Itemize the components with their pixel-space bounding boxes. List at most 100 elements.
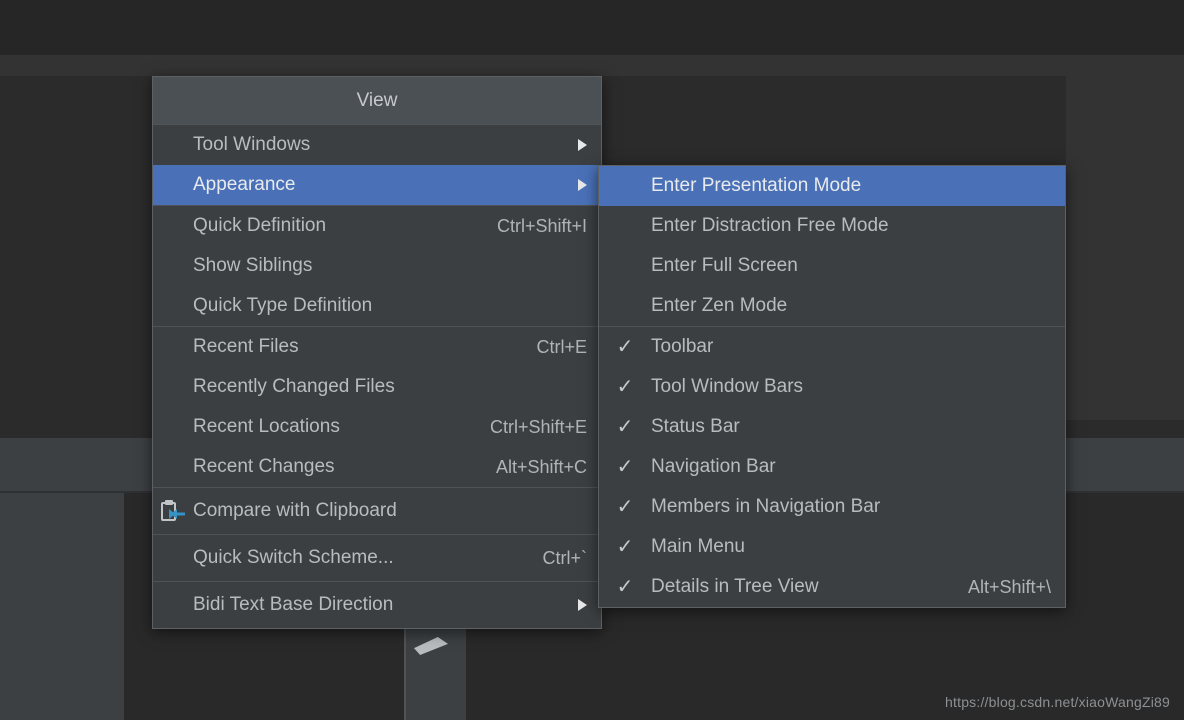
- menu-item-enter-presentation-mode[interactable]: Enter Presentation Mode: [599, 166, 1065, 206]
- menu-item-gutter: [153, 367, 193, 407]
- menu-item-label: Bidi Text Base Direction: [193, 594, 394, 615]
- menu-item-label: Enter Full Screen: [651, 255, 798, 276]
- menu-item-gutter: [599, 246, 651, 286]
- menu-item-gutter: ✓: [599, 407, 651, 447]
- menu-item-enter-full-screen[interactable]: Enter Full Screen: [599, 246, 1065, 286]
- menu-item-gutter: [153, 246, 193, 286]
- ide-left-pane: [0, 493, 124, 720]
- menu-item-main-menu[interactable]: ✓ Main Menu: [599, 527, 1065, 567]
- menu-item-gutter: [153, 488, 193, 534]
- menu-item-label: Show Siblings: [193, 255, 313, 276]
- view-menu-title: View: [153, 77, 601, 125]
- menu-item-gutter: [153, 327, 193, 367]
- menu-group: Compare with Clipboard: [153, 488, 601, 534]
- menu-item-details-in-tree-view[interactable]: ✓ Details in Tree View Alt+Shift+\: [599, 567, 1065, 607]
- menu-item-gutter: [153, 582, 193, 628]
- menu-item-label: Enter Presentation Mode: [651, 175, 862, 196]
- menu-item-quick-switch-scheme[interactable]: Quick Switch Scheme... Ctrl+`: [153, 535, 601, 581]
- menu-item-gutter: [153, 535, 193, 581]
- menu-item-tool-windows[interactable]: Tool Windows: [153, 125, 601, 165]
- menu-group: Quick Switch Scheme... Ctrl+`: [153, 535, 601, 581]
- menu-item-shortcut: Alt+Shift+C: [495, 456, 587, 477]
- menu-item-label: Recent Changes: [193, 456, 335, 477]
- menu-group: Enter Presentation Mode Enter Distractio…: [599, 166, 1065, 326]
- menu-item-shortcut: Ctrl+Shift+E: [489, 416, 587, 437]
- menu-item-quick-type-definition[interactable]: Quick Type Definition: [153, 286, 601, 326]
- menu-item-tool-window-bars[interactable]: ✓ Tool Window Bars: [599, 367, 1065, 407]
- check-icon: ✓: [616, 376, 634, 398]
- menu-item-gutter: [153, 286, 193, 326]
- submenu-arrow-icon: [578, 599, 587, 611]
- menu-item-shortcut: Alt+Shift+\: [967, 576, 1051, 597]
- menu-item-gutter: ✓: [599, 567, 651, 607]
- menu-item-label: Enter Zen Mode: [651, 295, 788, 316]
- menu-item-gutter: [599, 166, 651, 206]
- view-menu: View Tool Windows Appearance Quick Defin…: [152, 76, 602, 629]
- menu-item-status-bar[interactable]: ✓ Status Bar: [599, 407, 1065, 447]
- menu-item-shortcut: Ctrl+Shift+I: [496, 215, 587, 236]
- menu-item-label: Quick Type Definition: [193, 295, 373, 316]
- menu-item-quick-definition[interactable]: Quick Definition Ctrl+Shift+I: [153, 206, 601, 246]
- menu-group: Bidi Text Base Direction: [153, 582, 601, 628]
- menu-item-gutter: [153, 407, 193, 447]
- check-icon: ✓: [616, 336, 634, 358]
- menu-item-label: Recent Files: [193, 336, 299, 357]
- check-icon: ✓: [616, 576, 634, 598]
- menu-item-label: Recent Locations: [193, 416, 340, 437]
- menu-item-enter-zen-mode[interactable]: Enter Zen Mode: [599, 286, 1065, 326]
- compare-clipboard-icon: [161, 500, 185, 522]
- watermark-text: https://blog.csdn.net/xiaoWangZi89: [945, 694, 1170, 710]
- check-icon: ✓: [616, 416, 634, 438]
- menu-item-gutter: ✓: [599, 487, 651, 527]
- menu-item-label: Quick Definition: [193, 215, 327, 236]
- menu-item-compare-with-clipboard[interactable]: Compare with Clipboard: [153, 488, 601, 534]
- menu-item-recent-files[interactable]: Recent Files Ctrl+E: [153, 327, 601, 367]
- check-icon: ✓: [616, 496, 634, 518]
- menu-item-gutter: [153, 165, 193, 205]
- menu-item-recently-changed-files[interactable]: Recently Changed Files: [153, 367, 601, 407]
- menu-item-toolbar[interactable]: ✓ Toolbar: [599, 327, 1065, 367]
- menu-item-gutter: ✓: [599, 367, 651, 407]
- check-icon: ✓: [616, 456, 634, 478]
- menu-item-label: Enter Distraction Free Mode: [651, 215, 889, 236]
- menu-item-gutter: [153, 125, 193, 165]
- submenu-arrow-icon: [578, 179, 587, 191]
- menu-item-label: Tool Windows: [193, 134, 311, 155]
- menu-item-gutter: ✓: [599, 447, 651, 487]
- menu-item-shortcut: Ctrl+E: [536, 336, 587, 357]
- menu-group: Quick Definition Ctrl+Shift+I Show Sibli…: [153, 206, 601, 326]
- menu-item-label: Members in Navigation Bar: [651, 496, 881, 517]
- menu-item-label: Details in Tree View: [651, 576, 819, 597]
- menu-item-members-in-navigation-bar[interactable]: ✓ Members in Navigation Bar: [599, 487, 1065, 527]
- menu-item-label: Toolbar: [651, 336, 714, 357]
- menu-item-label: Main Menu: [651, 536, 745, 557]
- menu-item-gutter: [599, 206, 651, 246]
- menu-item-label: Recently Changed Files: [193, 376, 395, 397]
- menu-item-recent-changes[interactable]: Recent Changes Alt+Shift+C: [153, 447, 601, 487]
- menu-item-gutter: [153, 206, 193, 246]
- menu-item-gutter: ✓: [599, 527, 651, 567]
- menu-item-gutter: [599, 286, 651, 326]
- menu-item-gutter: [153, 447, 193, 487]
- menu-item-navigation-bar[interactable]: ✓ Navigation Bar: [599, 447, 1065, 487]
- menu-item-show-siblings[interactable]: Show Siblings: [153, 246, 601, 286]
- appearance-submenu: Enter Presentation Mode Enter Distractio…: [598, 165, 1066, 608]
- menu-group: Recent Files Ctrl+E Recently Changed Fil…: [153, 327, 601, 487]
- menu-item-label: Quick Switch Scheme...: [193, 547, 394, 568]
- menu-item-label: Compare with Clipboard: [193, 500, 397, 521]
- menu-item-appearance[interactable]: Appearance: [153, 165, 601, 205]
- menu-item-recent-locations[interactable]: Recent Locations Ctrl+Shift+E: [153, 407, 601, 447]
- check-icon: ✓: [616, 536, 634, 558]
- submenu-arrow-icon: [578, 139, 587, 151]
- menu-item-bidi-text-base-direction[interactable]: Bidi Text Base Direction: [153, 582, 601, 628]
- menu-group: Tool Windows Appearance: [153, 125, 601, 205]
- menu-item-label: Navigation Bar: [651, 456, 776, 477]
- menu-item-gutter: ✓: [599, 327, 651, 367]
- menu-item-label: Status Bar: [651, 416, 740, 437]
- ide-titlebar-area: [0, 0, 1184, 55]
- screen: View Tool Windows Appearance Quick Defin…: [0, 0, 1184, 720]
- menu-item-label: Tool Window Bars: [651, 376, 804, 397]
- menu-item-enter-distraction-free-mode[interactable]: Enter Distraction Free Mode: [599, 206, 1065, 246]
- menu-item-shortcut: Ctrl+`: [542, 547, 588, 568]
- menu-group: ✓ Toolbar ✓ Tool Window Bars ✓ Status Ba…: [599, 327, 1065, 607]
